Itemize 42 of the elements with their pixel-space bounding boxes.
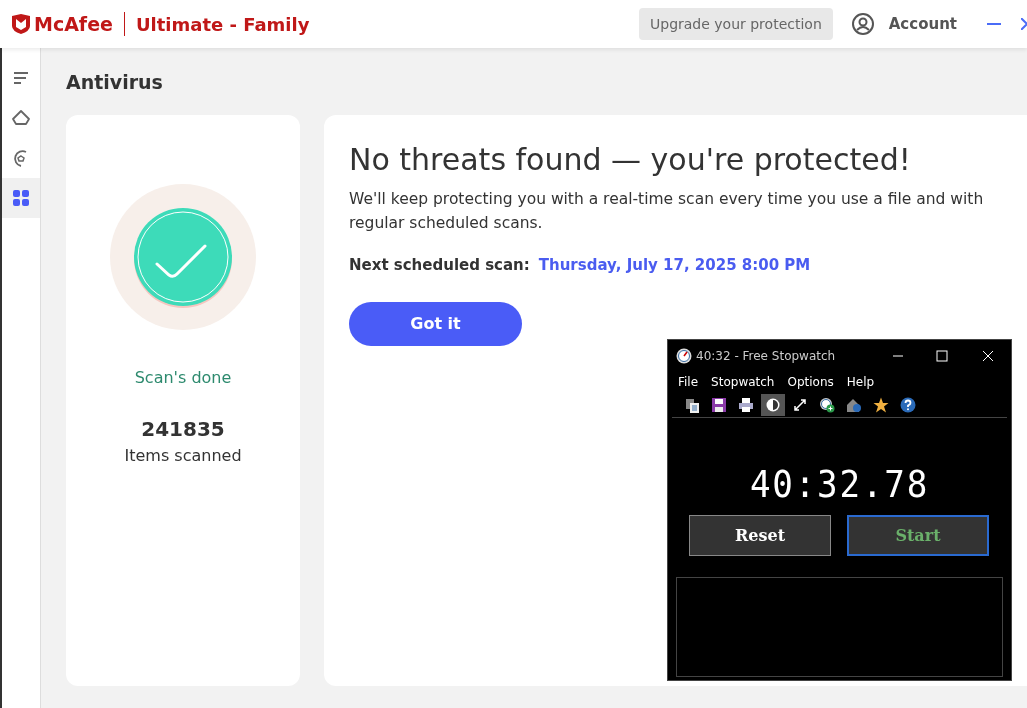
items-count: 241835 (141, 416, 225, 443)
items-label: Items scanned (124, 445, 242, 467)
home-icon (11, 108, 31, 128)
next-scan-date: Thursday, July 17, 2025 8:00 PM (538, 255, 811, 276)
maximize-icon[interactable] (936, 350, 948, 362)
elapsed-time: 40:32.78 (749, 462, 930, 506)
result-message: We'll keep protecting you with a real-time scan every time you use a file and with regular scheduled scans. (349, 189, 985, 234)
house-globe-icon (846, 397, 862, 413)
chevron-icon[interactable] (1021, 18, 1027, 30)
sidebar-item[interactable] (2, 178, 40, 218)
next-scan-label: Next scheduled scan: (349, 255, 530, 276)
account-icon[interactable] (850, 12, 875, 36)
shield-logo-icon (12, 14, 30, 34)
floppy-icon (711, 397, 727, 413)
stopwatch-button[interactable]: Reset (689, 515, 831, 556)
stopwatch-icon (676, 348, 692, 364)
product-name: Ultimate - Family (135, 12, 310, 37)
menu-item[interactable]: Stopwatch (711, 373, 775, 391)
toolbar-button[interactable] (761, 394, 785, 416)
account-link[interactable]: Account (888, 12, 957, 36)
contrast-icon (765, 397, 781, 413)
resize-arrows-icon (792, 397, 808, 413)
got-it-button[interactable]: Got it (349, 301, 522, 346)
close-icon[interactable] (982, 350, 994, 362)
menu-item[interactable]: File (678, 373, 699, 391)
scan-status: Scan's done (134, 367, 232, 389)
star-icon (873, 397, 889, 413)
apps-grid-icon (11, 188, 31, 208)
upgrade-button[interactable]: Upgrade your protection (639, 8, 833, 40)
checkmark-icon (110, 184, 256, 330)
printer-icon (738, 397, 754, 413)
stopwatch-button[interactable]: Start (847, 515, 989, 556)
help-icon (900, 397, 916, 413)
window-title: 40:32 - Free Stopwatch (696, 348, 837, 365)
clock-plus-icon (819, 397, 835, 413)
minimize-icon[interactable] (987, 22, 1001, 26)
menu-item[interactable]: Options (787, 373, 834, 391)
result-heading: No threats found — you're protected! (349, 141, 911, 179)
menu-item[interactable]: Help (846, 373, 875, 391)
copy-icon (684, 397, 700, 413)
brand-name: McAfee (34, 11, 113, 37)
page-title: Antivirus (66, 70, 164, 94)
